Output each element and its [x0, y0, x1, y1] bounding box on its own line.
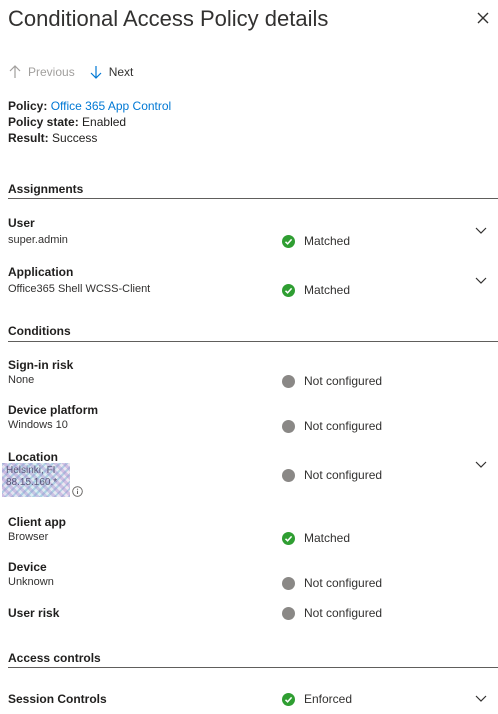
- location-value-redacted: Helsinki, FI 88.15.160.*: [2, 463, 70, 497]
- device-value: Unknown: [8, 576, 54, 588]
- chevron-down-icon[interactable]: [474, 691, 488, 705]
- status-dot-icon: [282, 576, 295, 590]
- section-access-controls: Access controls: [8, 651, 101, 665]
- chevron-down-icon[interactable]: [474, 273, 488, 287]
- user-risk-label: User risk: [8, 606, 60, 620]
- section-divider: [8, 198, 498, 199]
- application-value: Office365 Shell WCSS-Client: [8, 283, 151, 295]
- arrow-down-icon: [90, 66, 102, 79]
- section-divider: [8, 667, 498, 668]
- policy-state-label: Policy state:: [8, 115, 79, 129]
- panel-title: Conditional Access Policy details: [8, 6, 329, 31]
- chevron-down-icon[interactable]: [474, 223, 488, 237]
- session-controls-status: Enforced: [282, 692, 352, 706]
- device-platform-label: Device platform: [8, 403, 99, 417]
- application-label: Application: [8, 265, 74, 279]
- status-text: Matched: [304, 234, 351, 248]
- device-platform-status: Not configured: [282, 419, 382, 433]
- check-circle-icon: [282, 234, 295, 248]
- close-icon[interactable]: [473, 8, 493, 28]
- client-app-label: Client app: [8, 515, 67, 529]
- device-platform-value: Windows 10: [8, 419, 68, 431]
- status-text: Matched: [304, 531, 351, 545]
- previous-label: Previous: [28, 65, 75, 79]
- check-circle-icon: [282, 692, 295, 706]
- session-controls-label: Session Controls: [8, 692, 107, 706]
- status-dot-icon: [282, 606, 295, 620]
- result-label: Result:: [8, 131, 49, 145]
- section-assignments: Assignments: [8, 182, 84, 196]
- user-status: Matched: [282, 234, 350, 248]
- check-circle-icon: [282, 283, 295, 297]
- location-status: Not configured: [282, 468, 382, 482]
- signin-risk-value: None: [8, 374, 35, 386]
- arrow-up-icon: [9, 65, 21, 78]
- check-circle-icon: [282, 531, 295, 545]
- user-risk-status: Not configured: [282, 606, 382, 620]
- previous-button[interactable]: Previous: [8, 65, 75, 79]
- client-app-value: Browser: [8, 531, 49, 543]
- policy-state-value: Enabled: [82, 115, 127, 129]
- status-text: Not configured: [304, 576, 383, 590]
- user-value: super.admin: [8, 234, 68, 246]
- user-label: User: [8, 216, 35, 230]
- section-divider: [8, 341, 498, 342]
- status-text: Not configured: [304, 419, 383, 433]
- device-status: Not configured: [282, 576, 382, 590]
- status-text: Enforced: [304, 692, 353, 706]
- policy-label: Policy:: [8, 99, 48, 113]
- status-dot-icon: [282, 419, 295, 433]
- status-text: Not configured: [304, 374, 383, 388]
- status-text: Not configured: [304, 468, 383, 482]
- record-navigation: Previous Next: [8, 62, 147, 82]
- status-text: Matched: [304, 283, 351, 297]
- status-dot-icon: [282, 468, 295, 482]
- policy-summary: Policy: Office 365 App Control Policy st…: [8, 98, 171, 146]
- device-label: Device: [8, 560, 47, 574]
- application-status: Matched: [282, 283, 350, 297]
- status-dot-icon: [282, 374, 295, 388]
- signin-risk-status: Not configured: [282, 374, 382, 388]
- section-conditions: Conditions: [8, 324, 71, 338]
- result-value: Success: [52, 131, 98, 145]
- next-label: Next: [108, 65, 134, 79]
- location-label: Location: [8, 450, 58, 464]
- client-app-status: Matched: [282, 531, 350, 545]
- chevron-down-icon[interactable]: [474, 457, 488, 471]
- next-button[interactable]: Next: [89, 65, 134, 79]
- policy-link[interactable]: Office 365 App Control: [51, 99, 172, 113]
- info-icon[interactable]: [72, 486, 83, 497]
- status-text: Not configured: [304, 606, 383, 620]
- signin-risk-label: Sign-in risk: [8, 358, 74, 372]
